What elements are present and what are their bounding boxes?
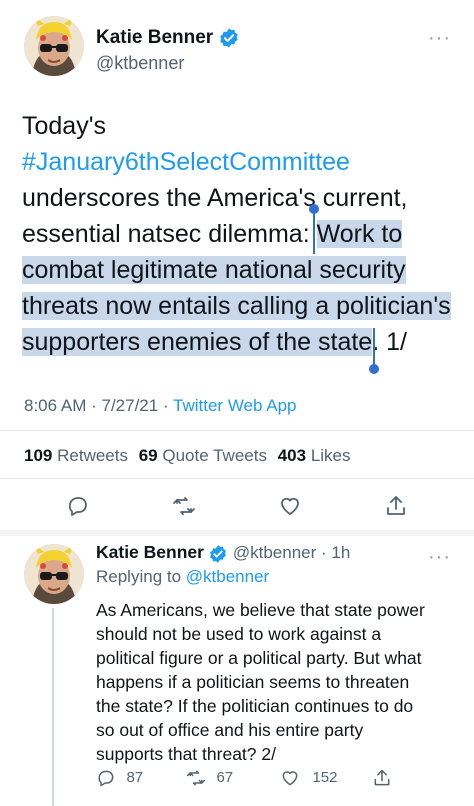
like-count: 152: [312, 769, 338, 787]
heart-icon: [282, 771, 298, 786]
likes-label: Likes: [310, 446, 351, 465]
reply-count: 87: [126, 769, 144, 787]
retweet-icon: [173, 497, 195, 515]
reply-line: political figure or a political party. B…: [96, 648, 422, 668]
verified-badge-icon: [220, 28, 239, 48]
reply-avatar[interactable]: [24, 544, 84, 604]
avatar-image: [24, 16, 84, 76]
retweet-button[interactable]: [172, 494, 196, 523]
divider: [0, 478, 474, 479]
reply-line: so out of office and his entire party: [96, 720, 364, 740]
retweets-count: 109: [24, 446, 53, 465]
selected-text: combat legitimate national security: [22, 256, 406, 284]
replying-to-handle-link[interactable]: @ktbenner: [186, 567, 269, 586]
reply-body: As Americans, we believe that state powe…: [96, 598, 466, 766]
selected-text: supporters enemies of the state: [22, 328, 373, 356]
like-button[interactable]: [278, 494, 302, 523]
tweet-separator: [0, 530, 474, 536]
retweet-count: 67: [216, 769, 234, 787]
avatar[interactable]: [24, 16, 84, 76]
reply-line: should not be used to work against a: [96, 624, 382, 644]
reply-header: Katie Benner @ktbenner · 1h: [96, 542, 351, 563]
share-button[interactable]: [384, 494, 408, 523]
reply-author-name[interactable]: Katie Benner: [96, 542, 204, 562]
author-name[interactable]: Katie Benner: [96, 27, 240, 49]
verified-badge-icon: [210, 545, 227, 563]
replying-to: Replying to @ktbenner: [96, 567, 269, 587]
reply-action-share[interactable]: [372, 768, 392, 793]
tweet-date: 7/27/21: [101, 396, 159, 415]
author-handle[interactable]: @ktbenner: [96, 53, 184, 74]
tweet-line: underscores the America's current,: [22, 184, 408, 212]
reply-button[interactable]: [66, 494, 90, 523]
share-icon: [374, 769, 390, 786]
more-options-icon[interactable]: ···: [428, 28, 451, 48]
selected-text: Work to: [316, 220, 403, 248]
reply-time: 1h: [331, 543, 351, 562]
reply-line: supports that threat? 2/: [96, 744, 276, 764]
tweet-line: essential natsec dilemma: Work to: [22, 216, 462, 252]
reply-more-options-icon[interactable]: ···: [428, 547, 451, 567]
retweets-stat[interactable]: 109 Retweets: [24, 446, 128, 465]
replying-to-prefix: Replying to: [96, 567, 182, 586]
reply-author-handle[interactable]: @ktbenner: [233, 543, 316, 562]
quotes-stat[interactable]: 69 Quote Tweets: [139, 446, 267, 465]
tweet-line: supporters enemies of the state. 1/: [22, 324, 462, 360]
author-name-text: Katie Benner: [96, 27, 214, 49]
tweet-text-segment: . 1/: [372, 328, 407, 356]
tweet-line: combat legitimate national security: [22, 252, 462, 288]
reply-icon: [68, 497, 87, 516]
selection-start-caret: [313, 210, 315, 254]
thread-line: [52, 608, 54, 806]
engagement-stats: 109 Retweets 69 Quote Tweets 403 Likes: [24, 446, 351, 466]
retweet-icon: [186, 770, 206, 786]
tweet-text-segment: essential natsec dilemma:: [22, 220, 317, 248]
tweet-time: 8:06 AM: [24, 396, 87, 415]
likes-count: 403: [277, 446, 307, 465]
divider: [0, 430, 474, 431]
reply-action-like[interactable]: 152: [280, 768, 337, 788]
reply-line: happens if a politician seems to threate…: [96, 672, 410, 692]
selected-text: threats now entails calling a politician…: [22, 292, 451, 320]
avatar-image: [24, 544, 84, 604]
share-icon: [387, 496, 405, 515]
reply-action-retweet[interactable]: 67: [186, 768, 233, 788]
reply-line: As Americans, we believe that state powe…: [96, 600, 425, 620]
reply-line: the state? If the politician continues t…: [96, 696, 414, 716]
tweet-metadata: 8:06 AM · 7/27/21 · Twitter Web App: [24, 396, 297, 415]
tweet-line: Today's: [22, 112, 106, 140]
heart-icon: [281, 497, 299, 515]
retweets-label: Retweets: [57, 446, 128, 465]
quotes-count: 69: [138, 446, 158, 465]
tweet-body: Today's #January6thSelectCommittee under…: [22, 108, 462, 360]
selection-end-handle[interactable]: [369, 364, 379, 374]
reply-icon: [98, 770, 114, 787]
hashtag-link[interactable]: #January6thSelectCommittee: [22, 144, 462, 180]
reply-action-reply[interactable]: 87: [96, 768, 143, 788]
selection-end-caret: [373, 328, 375, 368]
tweet-source-link[interactable]: Twitter Web App: [173, 396, 296, 415]
likes-stat[interactable]: 403 Likes: [278, 446, 351, 465]
tweet-line: threats now entails calling a politician…: [22, 288, 462, 324]
quotes-label: Quote Tweets: [162, 446, 267, 465]
